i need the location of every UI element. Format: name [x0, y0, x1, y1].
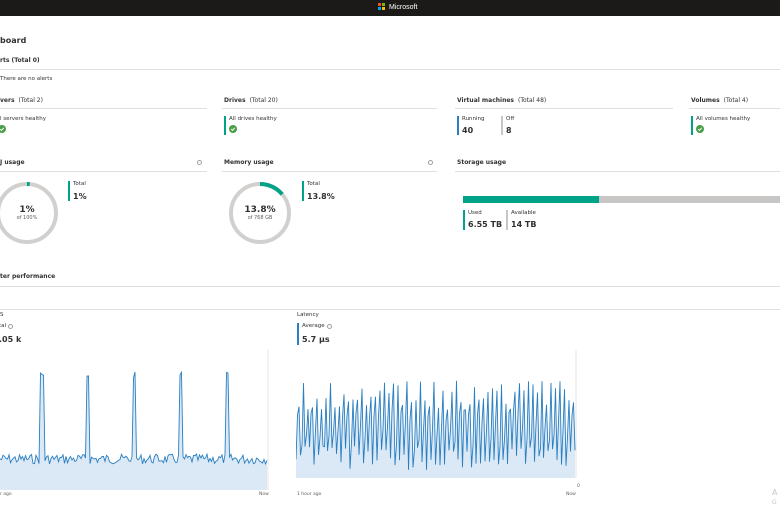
storage-available-bar	[506, 210, 508, 230]
drives-healthy-check-icon	[229, 125, 237, 133]
servers-title-text: vers	[0, 97, 15, 104]
top-bar: Microsoft	[0, 0, 780, 16]
memory-total-bar	[302, 181, 304, 201]
volumes-healthy-check-icon	[696, 125, 704, 133]
volumes-title[interactable]: Volumes (Total 4)	[691, 97, 748, 104]
drives-tile-bar	[224, 116, 226, 135]
cpu-donut-center: 1% of 100%	[6, 205, 48, 221]
drives-divider	[222, 108, 437, 109]
memory-percent: 13.8%	[244, 205, 276, 215]
memory-total-value: 13.8%	[307, 192, 335, 201]
cpu-divider	[0, 171, 207, 172]
latency-title: Latency	[297, 312, 319, 318]
performance-subdivider	[0, 309, 780, 310]
storage-title: Storage usage	[457, 159, 507, 166]
cpu-of: of 100%	[16, 215, 38, 221]
cpu-title: J usage	[0, 159, 25, 166]
page-title: board	[0, 36, 27, 45]
latency-x-end: Now	[566, 492, 576, 497]
cpu-total-value: 1%	[73, 192, 87, 201]
vms-running-value: 40	[462, 126, 474, 135]
servers-count: (Total 2)	[18, 97, 43, 104]
performance-title: ter performance	[0, 273, 56, 280]
storage-usage-bar	[463, 196, 780, 203]
iops-total: tal	[0, 323, 14, 329]
latency-chart	[296, 350, 577, 478]
iops-x-start: r ago	[0, 492, 12, 497]
servers-healthy-check-icon	[0, 125, 6, 133]
vms-title[interactable]: Virtual machines (Total 48)	[457, 97, 546, 104]
volumes-status: All volumes healthy	[696, 116, 751, 122]
vms-off-value: 8	[506, 126, 512, 135]
memory-info-icon[interactable]	[428, 160, 433, 165]
servers-divider	[0, 108, 207, 109]
memory-divider	[222, 171, 437, 172]
volumes-count: (Total 4)	[723, 97, 749, 104]
brand: Microsoft	[378, 3, 417, 11]
iops-value: .05 k	[0, 335, 22, 344]
cpu-total-bar	[68, 181, 70, 201]
vms-running-label: Running	[462, 116, 485, 122]
vms-running-bar	[457, 116, 459, 135]
storage-used-bar	[463, 210, 465, 230]
latency-y-min: 0	[577, 484, 580, 489]
vms-off-bar	[501, 116, 503, 135]
iops-chart	[0, 350, 269, 490]
latency-value: 5.7 µs	[302, 335, 330, 344]
volumes-tile-bar	[691, 116, 693, 135]
vms-title-text: Virtual machines	[457, 97, 514, 104]
microsoft-logo-icon	[378, 3, 386, 11]
cpu-info-icon[interactable]	[197, 160, 202, 165]
storage-available-label: Available	[511, 210, 536, 216]
performance-divider	[0, 286, 780, 287]
latency-avg-label: Average	[302, 323, 325, 329]
latency-x-start: 1 hour ago	[297, 492, 322, 497]
watermark-line1: A	[772, 488, 778, 497]
drives-title[interactable]: Drives (Total 20)	[224, 97, 278, 104]
storage-available-value: 14 TB	[511, 220, 537, 229]
drives-title-text: Drives	[224, 97, 246, 104]
drives-count: (Total 20)	[249, 97, 278, 104]
alerts-divider	[0, 69, 780, 70]
iops-total-label: tal	[0, 323, 7, 329]
brand-name: Microsoft	[389, 3, 418, 11]
servers-status: l servers healthy	[0, 116, 46, 122]
alerts-message: There are no alerts	[0, 76, 53, 82]
drives-status: All drives healthy	[229, 116, 277, 122]
memory-of: of 768 GB	[247, 215, 273, 221]
storage-used-label: Used	[468, 210, 482, 216]
servers-title[interactable]: vers (Total 2)	[0, 97, 43, 104]
storage-divider	[455, 171, 780, 172]
iops-x-end: Now	[259, 492, 269, 497]
memory-total-label: Total	[307, 181, 320, 187]
volumes-divider	[689, 108, 780, 109]
latency-bar	[297, 323, 299, 345]
volumes-title-text: Volumes	[691, 97, 720, 104]
storage-used-value: 6.55 TB	[468, 220, 503, 229]
memory-title: Memory usage	[224, 159, 274, 166]
vms-count: (Total 48)	[518, 97, 547, 104]
vms-divider	[455, 108, 673, 109]
latency-average: Average	[302, 323, 332, 329]
cpu-total-label: Total	[73, 181, 86, 187]
memory-donut-center: 13.8% of 768 GB	[237, 205, 283, 221]
cpu-percent: 1%	[19, 205, 35, 215]
storage-usage-fill	[463, 196, 600, 203]
iops-title: S	[0, 312, 4, 318]
alerts-title: rts (Total 0)	[0, 57, 40, 64]
latency-info-icon[interactable]	[326, 323, 332, 329]
iops-info-icon[interactable]	[8, 323, 14, 329]
watermark-line2: G	[772, 499, 777, 506]
vms-off-label: Off	[506, 116, 515, 122]
